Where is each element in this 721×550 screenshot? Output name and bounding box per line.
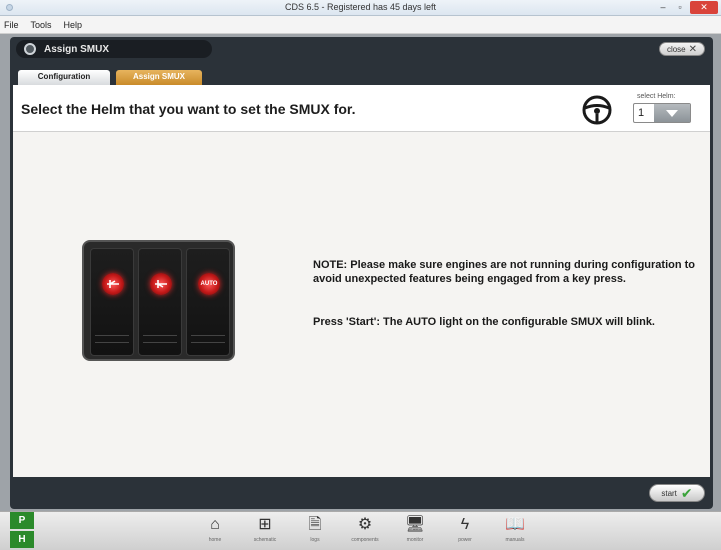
smux-illustration: AUTO [82,240,235,361]
p-button[interactable]: P [10,512,34,529]
nav-label: power [458,537,472,543]
menu-file[interactable]: File [4,20,19,30]
book-icon: 📖 [505,516,525,533]
nav-label: monitor [406,537,424,543]
nav-logs[interactable]: 🗎 logs [290,515,340,547]
module-title-pill: Assign SMUX [16,40,212,58]
menu-help[interactable]: Help [64,20,83,30]
tab-configuration[interactable]: Configuration [18,70,110,85]
start-label: start [661,488,677,498]
trim-icon [150,273,172,295]
minimize-button[interactable]: – [655,1,671,14]
taskbar-nav: ⌂ home ⊞ schematic 🗎 logs ⚙ components 🖥… [190,515,540,547]
page-heading: Select the Helm that you want to set the… [21,101,356,117]
steering-wheel-icon [582,95,612,125]
window-title: CDS 6.5 - Registered has 45 days left [284,2,437,12]
start-button[interactable]: start ✔ [649,484,705,502]
menu-bar: File Tools Help [0,16,721,34]
diagram-icon: ⊞ [258,516,272,533]
key-ridge [143,335,177,343]
smux-key [90,248,134,356]
module-header: Assign SMUX close ✕ [10,37,713,61]
engine-icon: ⚙ [357,516,373,533]
monitor-icon: 🖥 [404,516,426,533]
instruction-text: Press 'Start': The AUTO light on the con… [313,316,655,328]
footer-bar: start ✔ [10,477,713,509]
key-ridge [95,335,129,343]
window-titlebar: CDS 6.5 - Registered has 45 days left – … [0,0,721,16]
helm-select-label: select Helm: [637,93,676,100]
trim-icon [102,273,124,295]
maximize-button[interactable]: ▫ [672,1,688,14]
nav-power[interactable]: ϟ power [440,515,490,547]
smux-key: AUTO [186,248,230,356]
chevron-down-icon[interactable] [654,104,690,122]
module-close-button[interactable]: close ✕ [659,42,705,56]
nav-home[interactable]: ⌂ home [190,515,240,547]
nav-manuals[interactable]: 📖 manuals [490,515,540,547]
window-close-button[interactable]: ✕ [690,1,718,14]
home-icon: ⌂ [210,516,220,533]
checkmark-icon: ✔ [680,484,693,501]
nav-label: home [208,537,222,543]
helm-select[interactable]: 1 [633,103,691,123]
nav-label: manuals [505,537,525,543]
close-icon: ✕ [688,43,698,55]
key-ridge [191,335,225,343]
module-title: Assign SMUX [44,43,110,55]
note-text: NOTE: Please make sure engines are not r… [313,259,695,285]
h-button[interactable]: H [10,531,34,548]
tab-strip: Configuration Assign SMUX [10,61,713,85]
gear-icon [24,43,36,55]
nav-components[interactable]: ⚙ components [340,515,390,547]
auto-icon: AUTO [198,273,220,295]
module-close-label: close [666,44,686,54]
smux-key [138,248,182,356]
header-row: Select the Helm that you want to set the… [13,85,710,132]
tab-assign-smux[interactable]: Assign SMUX [116,70,202,85]
nav-label: logs [310,537,320,543]
nav-label: components [351,537,379,543]
helm-select-value: 1 [638,107,645,119]
menu-tools[interactable]: Tools [31,20,52,30]
content-panel: Select the Helm that you want to set the… [10,85,713,477]
document-icon: 🗎 [308,516,322,533]
nav-label: schematic [253,537,277,543]
nav-monitor[interactable]: 🖥 monitor [390,515,440,547]
nav-schematic[interactable]: ⊞ schematic [240,515,290,547]
power-icon: ϟ [460,516,470,533]
